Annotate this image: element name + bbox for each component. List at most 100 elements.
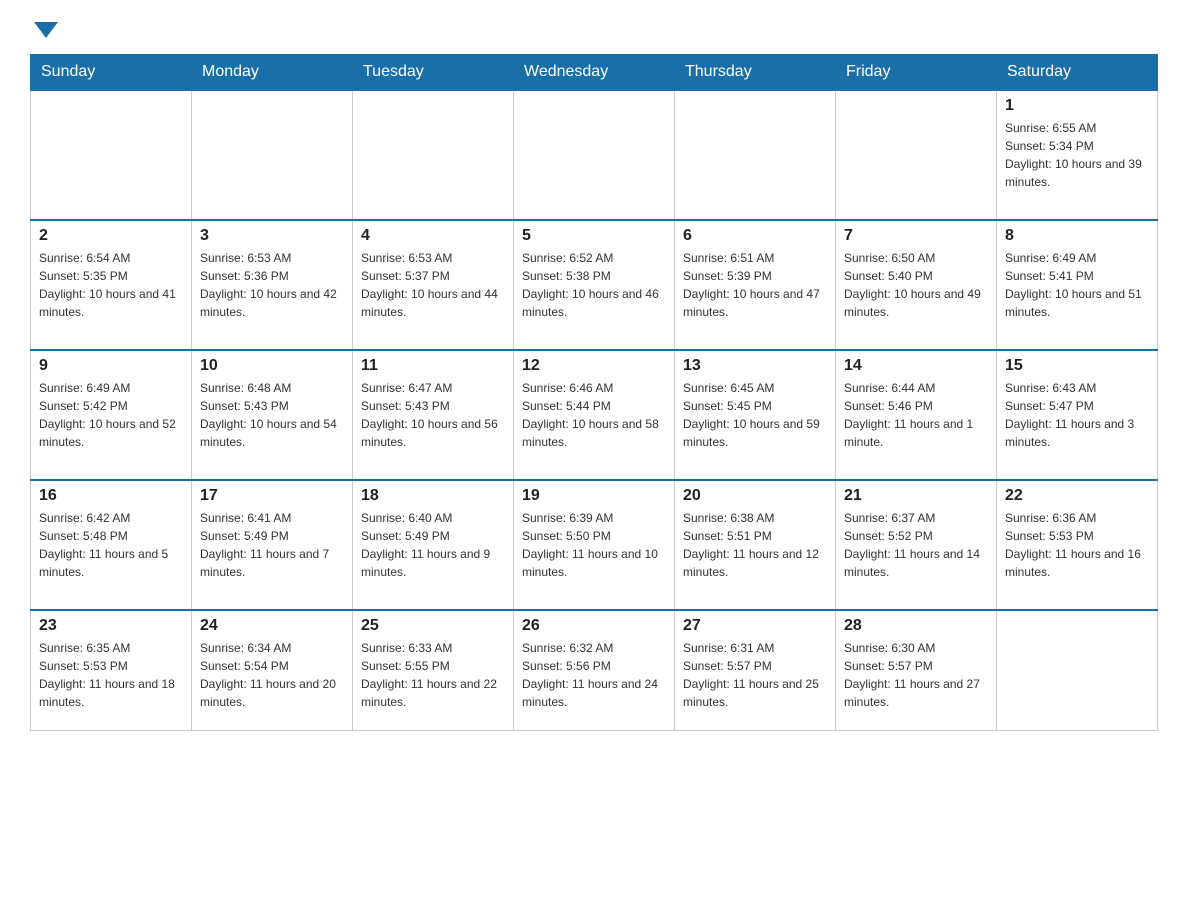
- day-info: Sunrise: 6:35 AMSunset: 5:53 PMDaylight:…: [39, 639, 183, 711]
- day-info: Sunrise: 6:49 AMSunset: 5:41 PMDaylight:…: [1005, 249, 1149, 321]
- calendar-week-row: 1 Sunrise: 6:55 AMSunset: 5:34 PMDaylight…: [31, 90, 1158, 220]
- weekday-header-thursday: Thursday: [675, 55, 836, 91]
- calendar-cell: 26 Sunrise: 6:32 AMSunset: 5:56 PMDayligh…: [514, 610, 675, 730]
- day-number: 27: [683, 617, 827, 635]
- weekday-header-tuesday: Tuesday: [353, 55, 514, 91]
- day-info: Sunrise: 6:53 AMSunset: 5:36 PMDaylight:…: [200, 249, 344, 321]
- calendar-cell: 17 Sunrise: 6:41 AMSunset: 5:49 PMDayligh…: [192, 480, 353, 610]
- day-number: 7: [844, 227, 988, 245]
- calendar-cell: 7 Sunrise: 6:50 AMSunset: 5:40 PMDaylight…: [836, 220, 997, 350]
- day-info: Sunrise: 6:41 AMSunset: 5:49 PMDaylight:…: [200, 509, 344, 581]
- day-info: Sunrise: 6:30 AMSunset: 5:57 PMDaylight:…: [844, 639, 988, 711]
- calendar-cell: 5 Sunrise: 6:52 AMSunset: 5:38 PMDaylight…: [514, 220, 675, 350]
- weekday-header-saturday: Saturday: [997, 55, 1158, 91]
- day-number: 28: [844, 617, 988, 635]
- day-number: 10: [200, 357, 344, 375]
- day-info: Sunrise: 6:39 AMSunset: 5:50 PMDaylight:…: [522, 509, 666, 581]
- calendar-table: SundayMondayTuesdayWednesdayThursdayFrid…: [30, 54, 1158, 731]
- calendar-header-row: SundayMondayTuesdayWednesdayThursdayFrid…: [31, 55, 1158, 91]
- calendar-cell: 3 Sunrise: 6:53 AMSunset: 5:36 PMDaylight…: [192, 220, 353, 350]
- logo: [30, 20, 58, 34]
- day-number: 3: [200, 227, 344, 245]
- day-number: 11: [361, 357, 505, 375]
- calendar-cell: 11 Sunrise: 6:47 AMSunset: 5:43 PMDayligh…: [353, 350, 514, 480]
- day-info: Sunrise: 6:31 AMSunset: 5:57 PMDaylight:…: [683, 639, 827, 711]
- calendar-cell: [514, 90, 675, 220]
- day-info: Sunrise: 6:42 AMSunset: 5:48 PMDaylight:…: [39, 509, 183, 581]
- calendar-cell: 28 Sunrise: 6:30 AMSunset: 5:57 PMDayligh…: [836, 610, 997, 730]
- calendar-cell: [675, 90, 836, 220]
- calendar-cell: 16 Sunrise: 6:42 AMSunset: 5:48 PMDayligh…: [31, 480, 192, 610]
- day-number: 13: [683, 357, 827, 375]
- day-info: Sunrise: 6:50 AMSunset: 5:40 PMDaylight:…: [844, 249, 988, 321]
- day-info: Sunrise: 6:46 AMSunset: 5:44 PMDaylight:…: [522, 379, 666, 451]
- calendar-cell: 25 Sunrise: 6:33 AMSunset: 5:55 PMDayligh…: [353, 610, 514, 730]
- day-info: Sunrise: 6:54 AMSunset: 5:35 PMDaylight:…: [39, 249, 183, 321]
- calendar-cell: 27 Sunrise: 6:31 AMSunset: 5:57 PMDayligh…: [675, 610, 836, 730]
- day-info: Sunrise: 6:53 AMSunset: 5:37 PMDaylight:…: [361, 249, 505, 321]
- calendar-cell: 4 Sunrise: 6:53 AMSunset: 5:37 PMDaylight…: [353, 220, 514, 350]
- day-number: 25: [361, 617, 505, 635]
- day-info: Sunrise: 6:49 AMSunset: 5:42 PMDaylight:…: [39, 379, 183, 451]
- day-info: Sunrise: 6:37 AMSunset: 5:52 PMDaylight:…: [844, 509, 988, 581]
- weekday-header-sunday: Sunday: [31, 55, 192, 91]
- calendar-cell: [192, 90, 353, 220]
- calendar-cell: 22 Sunrise: 6:36 AMSunset: 5:53 PMDayligh…: [997, 480, 1158, 610]
- day-info: Sunrise: 6:40 AMSunset: 5:49 PMDaylight:…: [361, 509, 505, 581]
- logo-arrow-icon: [34, 22, 58, 38]
- calendar-cell: 10 Sunrise: 6:48 AMSunset: 5:43 PMDayligh…: [192, 350, 353, 480]
- day-number: 14: [844, 357, 988, 375]
- day-info: Sunrise: 6:51 AMSunset: 5:39 PMDaylight:…: [683, 249, 827, 321]
- calendar-cell: 8 Sunrise: 6:49 AMSunset: 5:41 PMDaylight…: [997, 220, 1158, 350]
- day-number: 1: [1005, 97, 1149, 115]
- day-number: 16: [39, 487, 183, 505]
- calendar-cell: 15 Sunrise: 6:43 AMSunset: 5:47 PMDayligh…: [997, 350, 1158, 480]
- calendar-cell: [353, 90, 514, 220]
- day-info: Sunrise: 6:52 AMSunset: 5:38 PMDaylight:…: [522, 249, 666, 321]
- calendar-week-row: 16 Sunrise: 6:42 AMSunset: 5:48 PMDayligh…: [31, 480, 1158, 610]
- weekday-header-friday: Friday: [836, 55, 997, 91]
- calendar-cell: 9 Sunrise: 6:49 AMSunset: 5:42 PMDaylight…: [31, 350, 192, 480]
- day-number: 26: [522, 617, 666, 635]
- day-info: Sunrise: 6:48 AMSunset: 5:43 PMDaylight:…: [200, 379, 344, 451]
- calendar-cell: 6Sunrise: 6:51 AMSunset: 5:39 PMDaylight…: [675, 220, 836, 350]
- calendar-cell: [997, 610, 1158, 730]
- calendar-cell: 21 Sunrise: 6:37 AMSunset: 5:52 PMDayligh…: [836, 480, 997, 610]
- calendar-cell: 12 Sunrise: 6:46 AMSunset: 5:44 PMDayligh…: [514, 350, 675, 480]
- day-number: 22: [1005, 487, 1149, 505]
- calendar-cell: 23 Sunrise: 6:35 AMSunset: 5:53 PMDayligh…: [31, 610, 192, 730]
- calendar-cell: [836, 90, 997, 220]
- calendar-cell: 19Sunrise: 6:39 AMSunset: 5:50 PMDayligh…: [514, 480, 675, 610]
- calendar-cell: 24 Sunrise: 6:34 AMSunset: 5:54 PMDayligh…: [192, 610, 353, 730]
- day-number: 4: [361, 227, 505, 245]
- calendar-cell: 1 Sunrise: 6:55 AMSunset: 5:34 PMDaylight…: [997, 90, 1158, 220]
- day-number: 17: [200, 487, 344, 505]
- weekday-header-monday: Monday: [192, 55, 353, 91]
- day-info: Sunrise: 6:45 AMSunset: 5:45 PMDaylight:…: [683, 379, 827, 451]
- calendar-week-row: 9 Sunrise: 6:49 AMSunset: 5:42 PMDaylight…: [31, 350, 1158, 480]
- day-info: Sunrise: 6:43 AMSunset: 5:47 PMDaylight:…: [1005, 379, 1149, 451]
- day-number: 21: [844, 487, 988, 505]
- calendar-week-row: 2 Sunrise: 6:54 AMSunset: 5:35 PMDaylight…: [31, 220, 1158, 350]
- page-header: [30, 20, 1158, 34]
- day-info: Sunrise: 6:32 AMSunset: 5:56 PMDaylight:…: [522, 639, 666, 711]
- day-info: Sunrise: 6:36 AMSunset: 5:53 PMDaylight:…: [1005, 509, 1149, 581]
- calendar-cell: 20Sunrise: 6:38 AMSunset: 5:51 PMDayligh…: [675, 480, 836, 610]
- day-info: Sunrise: 6:47 AMSunset: 5:43 PMDaylight:…: [361, 379, 505, 451]
- calendar-cell: 2 Sunrise: 6:54 AMSunset: 5:35 PMDaylight…: [31, 220, 192, 350]
- day-number: 12: [522, 357, 666, 375]
- calendar-week-row: 23 Sunrise: 6:35 AMSunset: 5:53 PMDayligh…: [31, 610, 1158, 730]
- day-number: 9: [39, 357, 183, 375]
- weekday-header-wednesday: Wednesday: [514, 55, 675, 91]
- day-number: 15: [1005, 357, 1149, 375]
- day-number: 2: [39, 227, 183, 245]
- day-info: Sunrise: 6:34 AMSunset: 5:54 PMDaylight:…: [200, 639, 344, 711]
- day-number: 5: [522, 227, 666, 245]
- calendar-cell: 14Sunrise: 6:44 AMSunset: 5:46 PMDayligh…: [836, 350, 997, 480]
- day-number: 23: [39, 617, 183, 635]
- day-info: Sunrise: 6:38 AMSunset: 5:51 PMDaylight:…: [683, 509, 827, 581]
- day-info: Sunrise: 6:55 AMSunset: 5:34 PMDaylight:…: [1005, 119, 1149, 191]
- day-number: 24: [200, 617, 344, 635]
- day-info: Sunrise: 6:33 AMSunset: 5:55 PMDaylight:…: [361, 639, 505, 711]
- day-number: 8: [1005, 227, 1149, 245]
